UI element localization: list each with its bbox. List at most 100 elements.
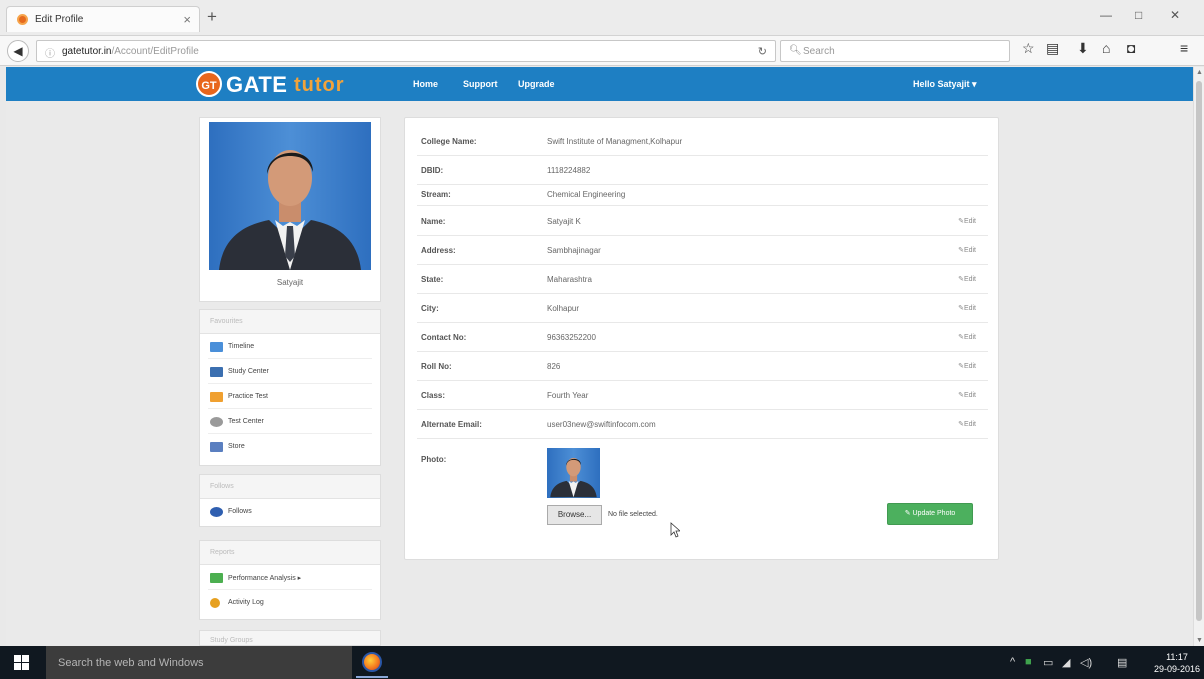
edit-class-link[interactable]: ✎Edit [958, 391, 976, 399]
study-center-icon [210, 367, 223, 377]
reading-list-icon[interactable]: ▤ [1046, 40, 1059, 57]
edit-address-link[interactable]: ✎Edit [958, 246, 976, 254]
edit-roll-no-link[interactable]: ✎Edit [958, 362, 976, 370]
firefox-taskbar-icon[interactable] [362, 652, 382, 672]
clock-icon [210, 598, 220, 608]
field-label: Class: [421, 391, 446, 400]
maximize-icon[interactable]: □ [1135, 8, 1142, 22]
sidebar-item-performance-analysis[interactable]: Performance Analysis ▸ [208, 565, 372, 590]
edit-label: Edit [963, 218, 976, 225]
profile-row-alternate-email: Alternate Email: user03new@swiftinfocom.… [417, 410, 988, 439]
logo-text-tutor: tutor [294, 74, 345, 96]
scroll-up-icon[interactable]: ▲ [1196, 69, 1203, 76]
clock-date: 29-09-2016 [1153, 664, 1201, 674]
notifications-icon[interactable]: ▤ [1117, 656, 1127, 669]
profile-photo-thumbnail [547, 448, 600, 498]
field-label: State: [421, 275, 444, 284]
battery-icon[interactable]: ▭ [1043, 656, 1053, 669]
active-app-indicator [356, 676, 388, 678]
new-tab-icon[interactable]: + [207, 7, 217, 27]
edit-email-link[interactable]: ✎Edit [958, 420, 976, 428]
edit-label: Edit [963, 305, 976, 312]
nav-home[interactable]: Home [413, 79, 438, 89]
sidebar-item-label: Practice Test [228, 393, 268, 400]
no-file-text: No file selected. [608, 511, 658, 518]
windows-start-icon[interactable] [14, 655, 29, 670]
sidebar-item-practice-test[interactable]: Practice Test [208, 384, 372, 409]
edit-city-link[interactable]: ✎Edit [958, 304, 976, 312]
browser-search-input[interactable]: 🔍︎ Search [780, 40, 1010, 62]
study-groups-heading: Study Groups [200, 631, 380, 645]
field-label: DBID: [421, 166, 444, 175]
nav-support[interactable]: Support [463, 79, 498, 89]
reload-icon[interactable]: ↻ [758, 45, 767, 58]
close-window-icon[interactable]: ✕ [1170, 8, 1180, 22]
taskbar-clock[interactable]: 11:17 29-09-2016 [1152, 651, 1202, 675]
reports-box: Reports Performance Analysis ▸ Activity … [199, 540, 381, 620]
taskbar-search-input[interactable]: Search the web and Windows [46, 646, 352, 679]
field-value: 1118224882 [547, 166, 591, 175]
test-center-icon [210, 417, 223, 427]
edit-label: Edit [963, 421, 976, 428]
browse-file-button[interactable]: Browse... [547, 505, 602, 525]
profile-row-contact: Contact No: 96363252200 ✎Edit [417, 323, 988, 352]
scrollbar-thumb[interactable] [1196, 81, 1202, 621]
sidebar-item-follows[interactable]: Follows [208, 499, 372, 524]
tab-edit-profile[interactable]: Edit Profile × [6, 6, 200, 32]
reports-heading: Reports [200, 541, 380, 565]
sidebar-item-activity-log[interactable]: Activity Log [208, 590, 372, 615]
profile-card: Satyajit [199, 117, 381, 302]
info-icon[interactable]: ⓘ [45, 45, 55, 60]
network-icon[interactable]: ◢ [1062, 656, 1070, 669]
sidebar-item-label: Timeline [228, 343, 255, 350]
scroll-down-icon[interactable]: ▼ [1196, 637, 1203, 644]
back-arrow-icon[interactable]: ◀ [7, 40, 29, 62]
edit-contact-link[interactable]: ✎Edit [958, 333, 976, 341]
field-label: Stream: [421, 190, 451, 199]
store-icon [210, 442, 223, 452]
profile-details-card: College Name: Swift Institute of Managme… [404, 117, 999, 560]
favourites-heading: Favourites [200, 310, 380, 334]
edit-label: Edit [963, 392, 976, 399]
sidebar-item-label: Performance Analysis ▸ [228, 575, 302, 582]
tray-chevron-icon[interactable]: ^ [1010, 656, 1015, 668]
page-scrollbar[interactable]: ▲ ▼ [1193, 67, 1204, 646]
search-icon: 🔍︎ [789, 45, 802, 56]
edit-name-link[interactable]: ✎Edit [958, 217, 976, 225]
tray-app-icon[interactable]: ■ [1025, 656, 1032, 668]
sidebar-item-study-center[interactable]: Study Center [208, 359, 372, 384]
sidebar-item-test-center[interactable]: Test Center [208, 409, 372, 434]
sidebar-item-label: Study Center [228, 368, 269, 375]
edit-label: Edit [963, 247, 976, 254]
field-value: Kolhapur [547, 304, 580, 313]
profile-row-college: College Name: Swift Institute of Managme… [417, 127, 988, 156]
field-value: Chemical Engineering [547, 190, 626, 199]
field-label: Address: [421, 246, 456, 255]
user-menu[interactable]: Hello Satyajit ▾ [913, 79, 977, 90]
download-icon[interactable]: ⬇ [1077, 40, 1089, 57]
minimize-icon[interactable]: — [1100, 8, 1112, 22]
sidebar-item-store[interactable]: Store [208, 434, 372, 459]
volume-icon[interactable]: ◁) [1080, 656, 1092, 669]
home-icon[interactable]: ⌂ [1102, 40, 1110, 56]
browser-tab-bar: Edit Profile × + — □ ✕ [0, 0, 1204, 36]
bookmark-star-icon[interactable]: ☆ [1022, 40, 1035, 57]
nav-upgrade[interactable]: Upgrade [518, 79, 555, 89]
pencil-icon: ✎ [904, 510, 913, 517]
profile-row-name: Name: Satyajit K ✎Edit [417, 207, 988, 236]
study-groups-box: Study Groups [199, 630, 381, 646]
sidebar-item-label: Test Center [228, 418, 264, 425]
sidebar-item-timeline[interactable]: Timeline [208, 334, 372, 359]
edit-state-link[interactable]: ✎Edit [958, 275, 976, 283]
field-label: Name: [421, 217, 446, 226]
tab-title: Edit Profile [35, 14, 84, 25]
update-photo-button[interactable]: ✎ Update Photo [887, 503, 973, 525]
favourites-box: Favourites Timeline Study Center Practic… [199, 309, 381, 466]
hamburger-menu-icon[interactable]: ≡ [1180, 40, 1188, 56]
profile-row-state: State: Maharashtra ✎Edit [417, 265, 988, 294]
close-tab-icon[interactable]: × [183, 12, 191, 27]
field-value: Swift Institute of Managment,Kolhapur [547, 137, 683, 146]
address-bar[interactable]: ⓘ gatetutor.in/Account/EditProfile ↻ [36, 40, 776, 62]
pocket-icon[interactable]: ◘ [1127, 40, 1135, 56]
clock-time: 11:17 [1166, 652, 1188, 662]
